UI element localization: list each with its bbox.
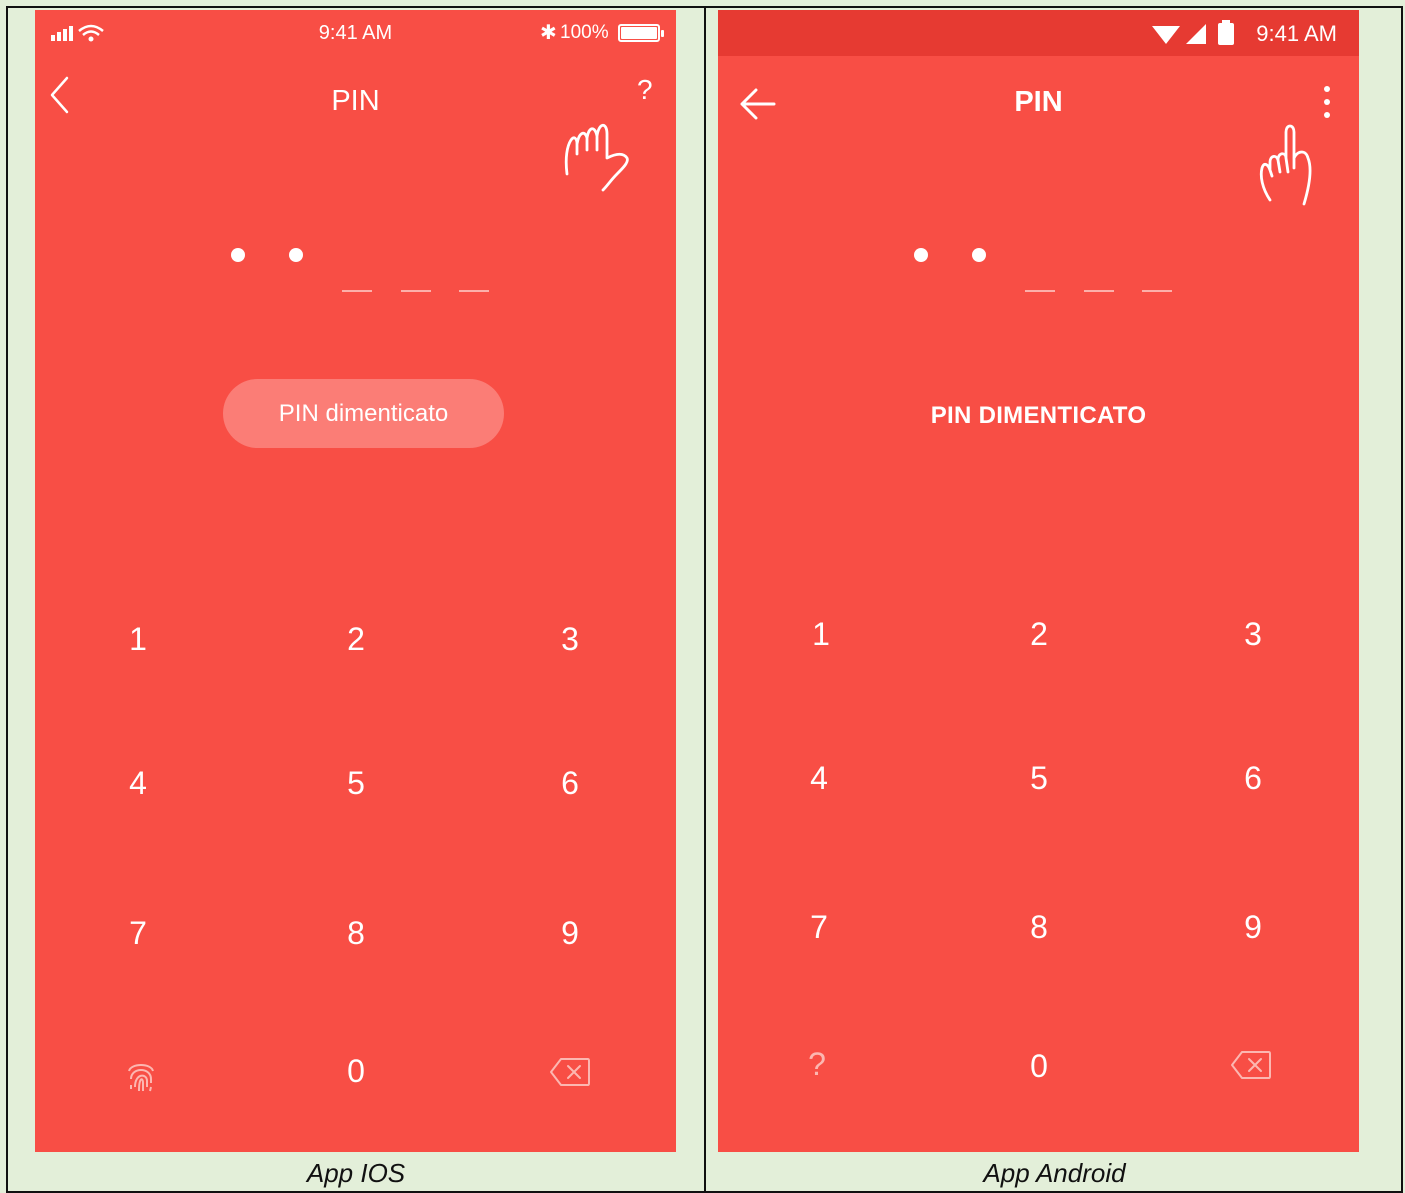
help-key[interactable]: ? bbox=[757, 1024, 877, 1104]
caption-android: App Android bbox=[983, 1158, 1126, 1188]
help-button[interactable]: ? bbox=[637, 74, 653, 106]
column-divider bbox=[704, 8, 706, 1193]
forgot-pin-button[interactable]: PIN dimenticato bbox=[223, 379, 504, 448]
key-9[interactable]: 9 bbox=[1193, 887, 1313, 967]
status-time: 9:41 AM bbox=[1256, 21, 1337, 46]
backspace-icon bbox=[1230, 1044, 1272, 1080]
hand-tap-icon bbox=[1256, 118, 1336, 214]
fingerprint-icon bbox=[125, 1055, 157, 1091]
key-3[interactable]: 3 bbox=[1193, 594, 1313, 674]
ios-status-bar: 9:41 AM ✱ 100% bbox=[35, 10, 676, 56]
forgot-pin-button[interactable]: PIN DIMENTICATO bbox=[718, 402, 1359, 430]
pin-slot-empty bbox=[401, 290, 431, 292]
pin-indicator bbox=[718, 242, 1359, 302]
key-8[interactable]: 8 bbox=[296, 893, 416, 973]
status-icons bbox=[1150, 20, 1240, 52]
battery-icon bbox=[618, 24, 664, 42]
key-1[interactable]: 1 bbox=[761, 594, 881, 674]
pin-indicator bbox=[35, 242, 676, 302]
comparison-table: 9:41 AM ✱ 100% PIN ? PIN dimenticato 1 2… bbox=[6, 6, 1403, 1193]
ios-screen: 9:41 AM ✱ 100% PIN ? PIN dimenticato 1 2… bbox=[35, 10, 676, 1152]
key-5[interactable]: 5 bbox=[979, 738, 1099, 818]
key-2[interactable]: 2 bbox=[979, 594, 1099, 674]
pin-dot-filled bbox=[972, 248, 986, 262]
key-9[interactable]: 9 bbox=[510, 893, 630, 973]
key-1[interactable]: 1 bbox=[78, 599, 198, 679]
key-0[interactable]: 0 bbox=[979, 1026, 1099, 1106]
fingerprint-key[interactable] bbox=[81, 1033, 201, 1113]
bluetooth-icon: ✱ bbox=[540, 22, 557, 44]
key-3[interactable]: 3 bbox=[510, 599, 630, 679]
backspace-key[interactable] bbox=[1191, 1022, 1311, 1102]
page-title: PIN bbox=[1014, 86, 1063, 118]
key-4[interactable]: 4 bbox=[78, 743, 198, 823]
battery-icon bbox=[1218, 23, 1234, 45]
key-2[interactable]: 2 bbox=[296, 599, 416, 679]
key-7[interactable]: 7 bbox=[759, 887, 879, 967]
key-8[interactable]: 8 bbox=[979, 887, 1099, 967]
key-7[interactable]: 7 bbox=[78, 893, 198, 973]
pin-slot-empty bbox=[459, 290, 489, 292]
pin-slot-empty bbox=[1084, 290, 1114, 292]
pin-dot-filled bbox=[231, 248, 245, 262]
key-6[interactable]: 6 bbox=[510, 743, 630, 823]
pin-slot-empty bbox=[342, 290, 372, 292]
key-6[interactable]: 6 bbox=[1193, 738, 1313, 818]
key-5[interactable]: 5 bbox=[296, 743, 416, 823]
wifi-icon bbox=[1152, 26, 1180, 44]
key-4[interactable]: 4 bbox=[759, 738, 879, 818]
android-screen: 9:41 AM PIN PIN DIMENTICATO 1 2 3 4 5 6 … bbox=[718, 10, 1359, 1152]
pin-slot-empty bbox=[1025, 290, 1055, 292]
cellular-icon bbox=[1186, 24, 1206, 44]
pin-dot-filled bbox=[289, 248, 303, 262]
battery-percent: 100% bbox=[560, 22, 609, 43]
caption-ios: App IOS bbox=[306, 1158, 406, 1188]
android-status-bar: 9:41 AM bbox=[718, 10, 1359, 56]
pin-slot-empty bbox=[1142, 290, 1172, 292]
key-0[interactable]: 0 bbox=[296, 1031, 416, 1111]
hand-tap-icon bbox=[559, 106, 649, 200]
backspace-icon bbox=[549, 1051, 591, 1087]
backspace-key[interactable] bbox=[510, 1029, 630, 1109]
pin-dot-filled bbox=[914, 248, 928, 262]
